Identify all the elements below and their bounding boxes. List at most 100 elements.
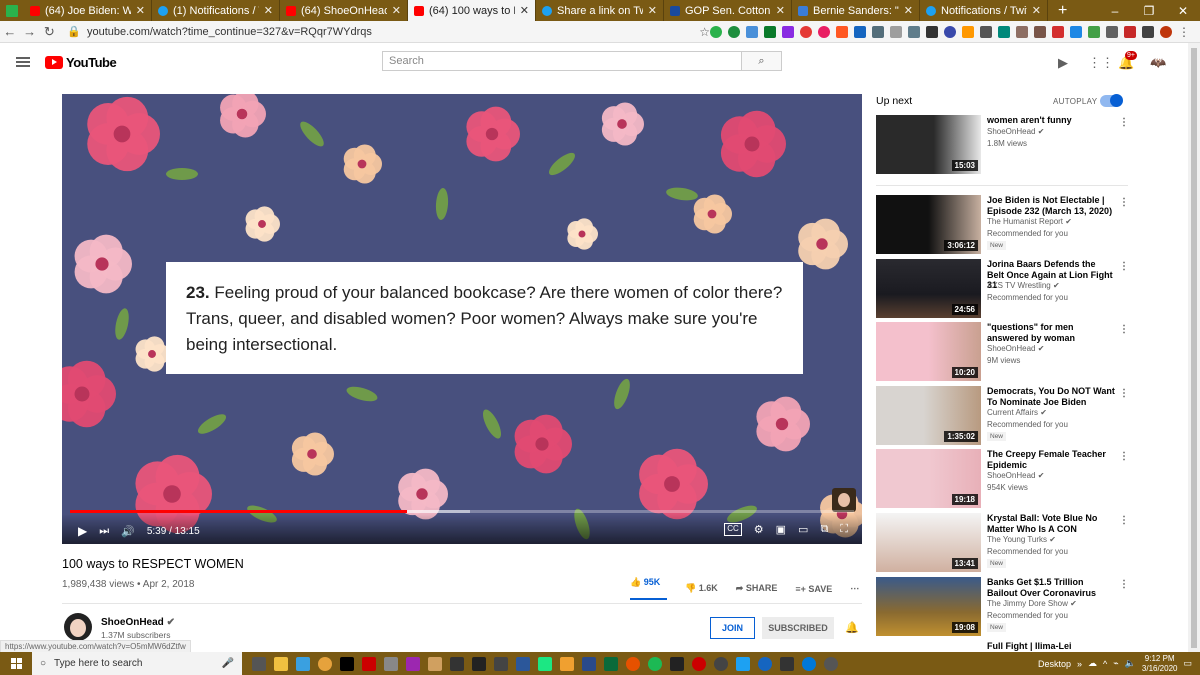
app-icon[interactable] [670, 656, 684, 671]
recommended-title[interactable]: Joe Biden is Not Electable | Episode 232… [987, 195, 1115, 216]
opera-icon[interactable] [692, 656, 706, 671]
settings-gear-icon[interactable]: ⚙ [754, 523, 764, 536]
like-button[interactable]: 👍 95K [630, 577, 667, 600]
profile-avatar[interactable] [1160, 25, 1172, 38]
spotify-icon[interactable] [648, 656, 662, 671]
recommended-channel[interactable]: ShoeOnHead ✔ [987, 344, 1044, 353]
close-tab-icon[interactable]: ✕ [648, 4, 657, 17]
channel-avatar[interactable] [64, 613, 92, 641]
close-icon[interactable]: ✕ [1166, 4, 1200, 18]
action-center-icon[interactable]: ▭ [1183, 658, 1192, 669]
recommended-channel[interactable]: The Young Turks ✔ [987, 535, 1056, 544]
browser-tab[interactable]: (64) ShoeOnHead - YouTub✕ [280, 0, 408, 21]
extension-icon[interactable] [710, 25, 722, 38]
browser-tab[interactable]: (64) 100 ways to RESPECT✕ [408, 0, 536, 21]
account-avatar[interactable]: 🦇 [1150, 55, 1166, 71]
close-tab-icon[interactable]: ✕ [776, 4, 785, 17]
camera-icon[interactable] [780, 656, 794, 671]
recommended-channel[interactable]: AXS TV Wrestling ✔ [987, 281, 1060, 290]
share-button[interactable]: ➦ SHARE [736, 583, 778, 594]
more-options-icon[interactable]: ⋮ [1119, 515, 1129, 526]
video-thumbnail[interactable]: 3:06:12 [876, 195, 981, 254]
miniplayer-icon[interactable]: ▣ [776, 523, 786, 536]
recommended-video[interactable]: 15:03 women aren't funny ShoeOnHead ✔ 1.8M … [876, 115, 1129, 175]
video-thumbnail[interactable]: 10:20 [876, 322, 981, 381]
microphone-icon[interactable]: 🎤 [222, 658, 234, 669]
scrollbar-thumb[interactable] [1191, 48, 1197, 648]
more-options-icon[interactable]: ⋮ [1119, 388, 1129, 399]
hamburger-menu-icon[interactable] [16, 57, 30, 67]
minimize-icon[interactable]: – [1098, 4, 1132, 18]
app-icon[interactable] [0, 0, 24, 21]
url-field[interactable]: 🔒 youtube.com/watch?time_continue=327&v=… [67, 25, 699, 39]
bookmark-star-icon[interactable]: ☆ [699, 25, 710, 39]
app-icon[interactable] [582, 656, 596, 671]
create-video-icon[interactable]: ▶ [1058, 55, 1068, 71]
chrome-icon[interactable] [318, 656, 332, 671]
cast-icon[interactable]: ⧉ [820, 523, 828, 536]
recommended-channel[interactable]: ShoeOnHead ✔ [987, 127, 1044, 136]
extension-icon[interactable] [746, 25, 758, 38]
subscribed-button[interactable]: SUBSCRIBED [762, 617, 834, 639]
app-icon[interactable] [362, 656, 376, 671]
more-options-icon[interactable]: ⋮ [1119, 261, 1129, 272]
tray-expand-icon[interactable]: ^ [1103, 659, 1107, 669]
network-icon[interactable]: ⌁ [1113, 658, 1118, 669]
volume-tray-icon[interactable]: 🔈 [1125, 658, 1136, 669]
browser-tab[interactable]: GOP Sen. Cotton calls for t✕ [664, 0, 792, 21]
browser-tab[interactable]: (1) Notifications / Twitter✕ [152, 0, 280, 21]
extension-icon[interactable] [1124, 25, 1136, 38]
task-view-icon[interactable] [252, 656, 266, 671]
video-thumbnail[interactable]: 1:35:02 [876, 386, 981, 445]
close-tab-icon[interactable]: ✕ [136, 4, 145, 17]
extension-icon[interactable] [1106, 25, 1118, 38]
recommended-title[interactable]: Krystal Ball: Vote Blue No Matter Who Is… [987, 513, 1115, 534]
recommended-title[interactable]: women aren't funny [987, 115, 1115, 126]
twitter-icon[interactable] [736, 656, 750, 671]
extension-icon[interactable] [1052, 25, 1064, 38]
extension-icon[interactable] [1070, 25, 1082, 38]
recommended-video[interactable]: 19:18 The Creepy Female Teacher Epidemic S… [876, 449, 1129, 509]
recommended-channel[interactable]: ShoeOnHead ✔ [987, 471, 1044, 480]
extension-icon[interactable] [890, 25, 902, 38]
app-icon[interactable] [406, 656, 420, 671]
extension-icon[interactable] [800, 25, 812, 38]
dislike-button[interactable]: 👎 1.6K [685, 583, 718, 594]
calculator-icon[interactable] [384, 656, 398, 671]
more-options-icon[interactable]: ⋮ [1119, 579, 1129, 590]
video-player[interactable]: 23. Feeling proud of your balanced bookc… [62, 94, 862, 544]
extension-icon[interactable] [728, 25, 740, 38]
extension-icon[interactable] [854, 25, 866, 38]
apps-grid-icon[interactable]: ⋮⋮ [1088, 55, 1114, 71]
new-tab-button[interactable]: + [1048, 2, 1077, 20]
more-options-icon[interactable]: ⋮ [1119, 451, 1129, 462]
extension-icon[interactable] [962, 25, 974, 38]
recommended-channel[interactable]: The Jimmy Dore Show ✔ [987, 599, 1077, 608]
start-button[interactable] [0, 658, 32, 669]
more-options-icon[interactable]: ⋮ [1119, 117, 1129, 128]
progress-bar[interactable] [70, 510, 854, 513]
desktop-toolbar-label[interactable]: Desktop [1038, 659, 1071, 669]
theater-mode-icon[interactable]: ▭ [798, 523, 808, 536]
app-icon[interactable] [560, 656, 574, 671]
close-tab-icon[interactable]: ✕ [1032, 4, 1041, 17]
video-thumbnail[interactable]: 13:41 [876, 513, 981, 572]
close-tab-icon[interactable]: ✕ [264, 4, 273, 17]
more-options-icon[interactable]: ⋮ [1119, 324, 1129, 335]
recommended-title[interactable]: Democrats, You Do NOT Want To Nominate J… [987, 386, 1115, 407]
recommended-video[interactable]: 13:41 Krystal Ball: Vote Blue No Matter W… [876, 513, 1129, 573]
search-button[interactable]: ⌕ [742, 51, 782, 71]
recommended-channel[interactable]: The Humanist Report ✔ [987, 217, 1072, 226]
app-icon[interactable] [824, 656, 838, 671]
extension-icon[interactable] [998, 25, 1010, 38]
forward-icon[interactable]: → [20, 24, 40, 39]
extension-icon[interactable] [1142, 25, 1154, 38]
next-icon[interactable]: ⏭ [99, 525, 109, 538]
extension-icon[interactable] [944, 25, 956, 38]
play-icon[interactable]: ▶ [78, 524, 87, 538]
recommended-title[interactable]: Banks Get $1.5 Trillion Bailout Over Cor… [987, 577, 1115, 598]
recommended-video[interactable]: 19:08 Banks Get $1.5 Trillion Bailout Ove… [876, 577, 1129, 637]
recommended-video[interactable]: 3:06:12 Joe Biden is Not Electable | Epis… [876, 195, 1129, 255]
weather-icon[interactable]: ☁ [1088, 658, 1097, 669]
browser-tab[interactable]: Share a link on Twitter✕ [536, 0, 664, 21]
